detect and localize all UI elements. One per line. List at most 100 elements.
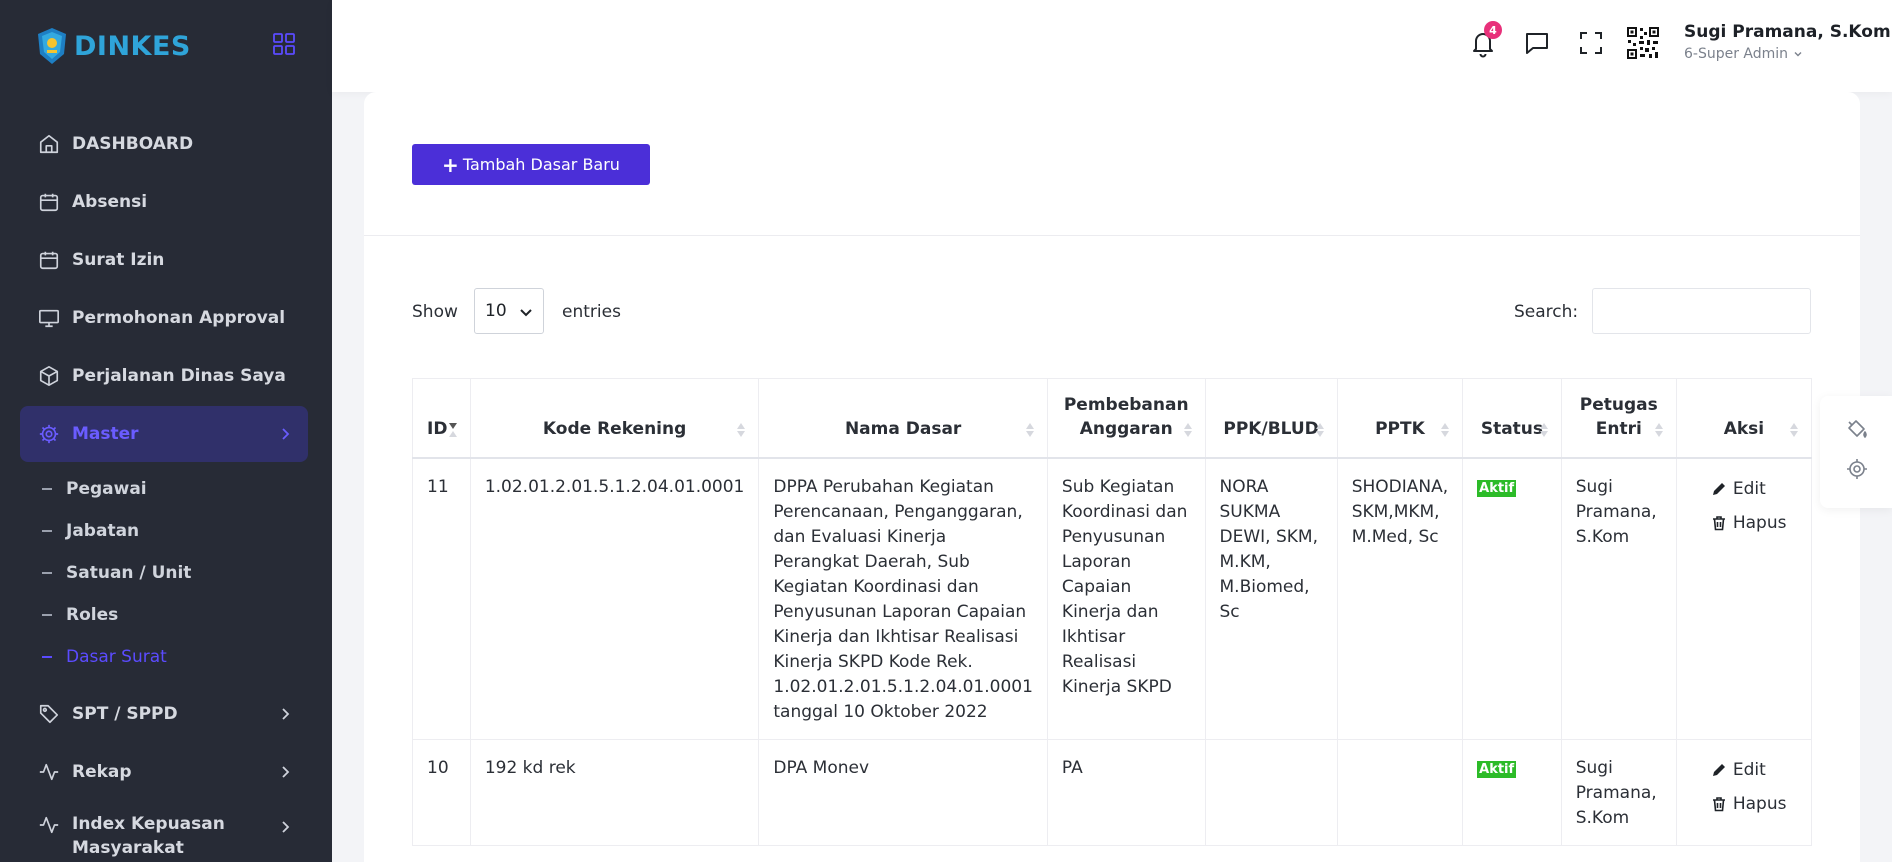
cell-pptk	[1336, 739, 1464, 846]
column-header-label: Nama Dasar	[844, 419, 962, 439]
status-badge: Aktif	[1477, 480, 1517, 497]
cell-petugas-entri: Sugi Pramana, S.Kom	[1560, 457, 1677, 740]
plus-icon: +	[442, 152, 459, 177]
activity-icon	[39, 816, 59, 834]
column-header-ppk-blud[interactable]: PPK/BLUD	[1204, 378, 1338, 459]
sidebar-subitem-label: Roles	[66, 605, 119, 625]
sort-desc-icon	[448, 423, 457, 437]
activity-icon	[39, 763, 59, 781]
sidebar-item-surat-izin[interactable]: Surat Izin	[20, 232, 308, 288]
chevron-down-icon	[520, 309, 532, 317]
grid-menu-icon[interactable]	[272, 32, 296, 56]
chat-icon[interactable]	[1522, 28, 1552, 58]
cell-pembebanan: Sub Kegiatan Koordinasi dan Penyusunan L…	[1046, 457, 1206, 740]
cell-pptk: SHODIANA, SKM,MKM, M.Med, Sc	[1336, 457, 1464, 740]
column-header-label: ID	[427, 419, 448, 439]
master-submenu: Pegawai Jabatan Satuan / Unit Roles Dasa…	[20, 468, 308, 678]
column-header-label: Petugas Entri	[1579, 395, 1658, 439]
sidebar-subitem-satuan-unit[interactable]: Satuan / Unit	[20, 552, 308, 594]
column-header-label: Status	[1480, 419, 1544, 439]
user-role-label: 6-Super Admin	[1684, 46, 1789, 62]
sidebar-item-index-kepuasan[interactable]: Index Kepuasan Masyarakat	[20, 802, 308, 862]
sidebar-item-perjalanan-dinas[interactable]: Perjalanan Dinas Saya	[20, 348, 308, 404]
edit-button[interactable]: Edit	[1711, 475, 1797, 503]
sidebar: DINKES DASHBOARD Absensi Surat Izin Perm…	[0, 0, 332, 862]
sort-icon	[1183, 423, 1192, 437]
sidebar-item-label: Perjalanan Dinas Saya	[72, 366, 286, 386]
sidebar-item-spt-sppd[interactable]: SPT / SPPD	[20, 686, 308, 742]
card-header: + Tambah Dasar Baru	[364, 92, 1860, 236]
sidebar-item-label: SPT / SPPD	[72, 704, 178, 724]
column-header-label: Aksi	[1723, 419, 1765, 439]
dasar-surat-card: + Tambah Dasar Baru Show 10 entries Sear…	[364, 92, 1860, 862]
search-input[interactable]	[1592, 288, 1811, 334]
user-name[interactable]: Sugi Pramana, S.Kom	[1684, 22, 1891, 42]
gear-icon[interactable]	[1846, 458, 1868, 480]
cell-kode-rekening: 192 kd rek	[469, 739, 760, 846]
home-icon	[39, 134, 59, 154]
column-header-aksi[interactable]: Aksi	[1675, 378, 1813, 459]
brand[interactable]: DINKES	[36, 24, 191, 68]
cell-status: Aktif	[1462, 739, 1562, 846]
sidebar-item-rekap[interactable]: Rekap	[20, 744, 308, 800]
column-header-petugas-entri[interactable]: Petugas Entri	[1560, 378, 1677, 459]
sidebar-item-master[interactable]: Master	[20, 406, 308, 462]
sidebar-item-dashboard[interactable]: DASHBOARD	[20, 116, 308, 172]
chevron-right-icon	[282, 766, 290, 778]
sidebar-subitem-dasar-surat[interactable]: Dasar Surat	[20, 636, 308, 678]
column-header-status[interactable]: Status	[1462, 378, 1562, 459]
sidebar-item-label: Master	[72, 424, 139, 444]
edit-label: Edit	[1732, 478, 1766, 499]
column-header-pembebanan[interactable]: Pembebanan Anggaran	[1046, 378, 1206, 459]
gear-icon	[39, 424, 59, 444]
brand-name: DINKES	[74, 30, 191, 62]
delete-button[interactable]: Hapus	[1711, 509, 1797, 537]
topbar: 4 Sugi Pramana, S.Kom 6-Super Admin	[332, 0, 1892, 92]
delete-label: Hapus	[1732, 793, 1787, 814]
delete-button[interactable]: Hapus	[1711, 790, 1797, 818]
column-header-label: PPTK	[1375, 419, 1425, 439]
cell-status: Aktif	[1462, 457, 1562, 740]
cell-aksi: Edit Hapus	[1675, 457, 1813, 740]
fullscreen-icon[interactable]	[1576, 28, 1606, 58]
edit-button[interactable]: Edit	[1711, 756, 1797, 784]
sidebar-subitem-jabatan[interactable]: Jabatan	[20, 510, 308, 552]
tag-icon	[39, 704, 59, 724]
sidebar-item-permohonan-approval[interactable]: Permohonan Approval	[20, 290, 308, 346]
sidebar-item-label: Absensi	[72, 192, 148, 212]
sidebar-item-label: Rekap	[72, 762, 132, 782]
sort-icon	[737, 423, 746, 437]
calendar-icon	[39, 193, 59, 212]
edit-label: Edit	[1732, 759, 1766, 780]
chevron-down-icon	[1794, 52, 1801, 57]
sidebar-menu: DASHBOARD Absensi Surat Izin Permohonan …	[20, 116, 308, 862]
sidebar-item-absensi[interactable]: Absensi	[20, 174, 308, 230]
cell-petugas-entri: Sugi Pramana, S.Kom	[1560, 739, 1677, 846]
qr-code-icon[interactable]	[1626, 26, 1660, 60]
sidebar-item-label: Surat Izin	[72, 250, 165, 270]
column-header-id[interactable]: ID	[412, 378, 471, 459]
sort-icon	[1025, 423, 1034, 437]
search-label: Search:	[1514, 302, 1579, 322]
sort-icon	[1441, 423, 1450, 437]
sidebar-item-label: Permohonan Approval	[72, 308, 286, 328]
entries-length-select[interactable]: 10	[474, 288, 544, 334]
chevron-right-icon	[282, 708, 290, 720]
user-role-dropdown[interactable]: 6-Super Admin	[1684, 46, 1803, 62]
column-header-pptk[interactable]: PPTK	[1336, 378, 1464, 459]
table-controls: Show 10 entries Search:	[412, 288, 1812, 334]
cell-nama-dasar: DPA Monev	[758, 739, 1048, 846]
add-dasar-button[interactable]: + Tambah Dasar Baru	[412, 144, 650, 185]
table-header-row: ID Kode Rekening Nama Dasar Pembebanan A…	[412, 378, 1813, 459]
table-row: 10 192 kd rek DPA Monev PA Aktif Sugi Pr…	[412, 739, 1813, 846]
sidebar-subitem-roles[interactable]: Roles	[20, 594, 308, 636]
sidebar-subitem-pegawai[interactable]: Pegawai	[20, 468, 308, 510]
chevron-right-icon	[282, 428, 290, 440]
table-row: 11 1.02.01.2.01.5.1.2.04.01.0001 DPPA Pe…	[412, 457, 1813, 740]
column-header-kode-rekening[interactable]: Kode Rekening	[469, 378, 760, 459]
paint-bucket-icon[interactable]	[1846, 418, 1868, 440]
sidebar-subitem-label: Satuan / Unit	[66, 563, 192, 583]
column-header-label: PPK/BLUD	[1223, 419, 1319, 439]
sidebar-subitem-label: Pegawai	[66, 479, 147, 499]
column-header-nama-dasar[interactable]: Nama Dasar	[758, 378, 1048, 459]
